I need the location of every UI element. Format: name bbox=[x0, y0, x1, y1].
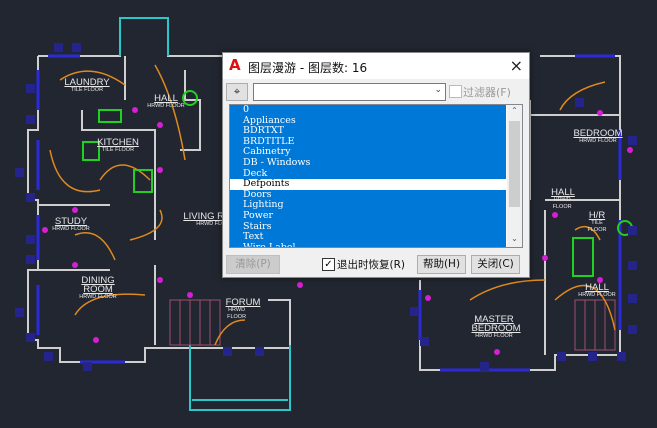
layer-item[interactable]: Defpoints bbox=[230, 179, 506, 190]
filter-combobox[interactable]: ⌄ bbox=[253, 83, 446, 101]
room-label: BEDROOM HRWD FLOOR bbox=[573, 128, 623, 144]
room-label: STUDY HRWD FLOOR bbox=[52, 216, 90, 232]
room-label: LAUNDRY TILE FLOOR bbox=[64, 77, 110, 93]
layer-item[interactable]: DB - Windows bbox=[230, 157, 506, 169]
room-label: HALL HRWD FLOOR bbox=[147, 93, 185, 109]
clear-button[interactable]: 清除(P) bbox=[226, 255, 280, 274]
scrollbar[interactable]: ⌃ ⌄ bbox=[507, 105, 522, 247]
close-button[interactable]: 关闭(C) bbox=[471, 255, 520, 274]
scroll-up-icon[interactable]: ⌃ bbox=[507, 106, 522, 118]
room-label: MASTER BEDROOM HRWD FLOOR bbox=[471, 314, 521, 339]
chevron-down-icon[interactable]: ⌄ bbox=[434, 85, 442, 95]
layer-item[interactable]: Power bbox=[230, 210, 506, 222]
restore-on-exit-label[interactable]: 退出时恢复(R) bbox=[337, 257, 405, 272]
scroll-down-icon[interactable]: ⌄ bbox=[507, 234, 522, 246]
filter-checkbox[interactable] bbox=[449, 85, 462, 98]
room-label: HALL HRWD FLOOR bbox=[551, 187, 575, 210]
room-label: H/R TILE FLOOR bbox=[587, 210, 607, 233]
layer-item[interactable]: 0 bbox=[230, 105, 506, 116]
room-label: FORUM HRWD FLOOR bbox=[225, 297, 261, 320]
layer-item[interactable]: Wire Label bbox=[230, 242, 506, 247]
layer-walk-dialog: A 图层漫游 - 图层数: 16 × ⌖ ⌄ 过滤器(F) 0 Appliance… bbox=[222, 52, 530, 278]
layer-list[interactable]: 0 Appliances BDRTXT BRDTITLE Cabinetry DB - W… bbox=[229, 104, 523, 248]
dialog-title-bar[interactable]: A 图层漫游 - 图层数: 16 × bbox=[223, 53, 529, 79]
room-label: HALL HRWD FLOOR bbox=[578, 282, 616, 298]
select-objects-button[interactable]: ⌖ bbox=[226, 83, 248, 101]
help-button[interactable]: 帮助(H) bbox=[417, 255, 466, 274]
room-label: DINING ROOM HRWD FLOOR bbox=[79, 275, 117, 300]
room-label: KITCHEN TILE FLOOR bbox=[97, 137, 139, 153]
restore-on-exit-checkbox[interactable]: ✓ bbox=[322, 258, 335, 271]
dialog-title: 图层漫游 - 图层数: 16 bbox=[248, 61, 368, 75]
scrollbar-thumb[interactable] bbox=[509, 121, 520, 207]
filter-label: 过滤器(F) bbox=[463, 86, 511, 99]
autocad-logo-icon: A bbox=[229, 56, 241, 74]
close-icon[interactable]: × bbox=[510, 56, 523, 75]
layer-item[interactable]: Stairs bbox=[230, 221, 506, 233]
